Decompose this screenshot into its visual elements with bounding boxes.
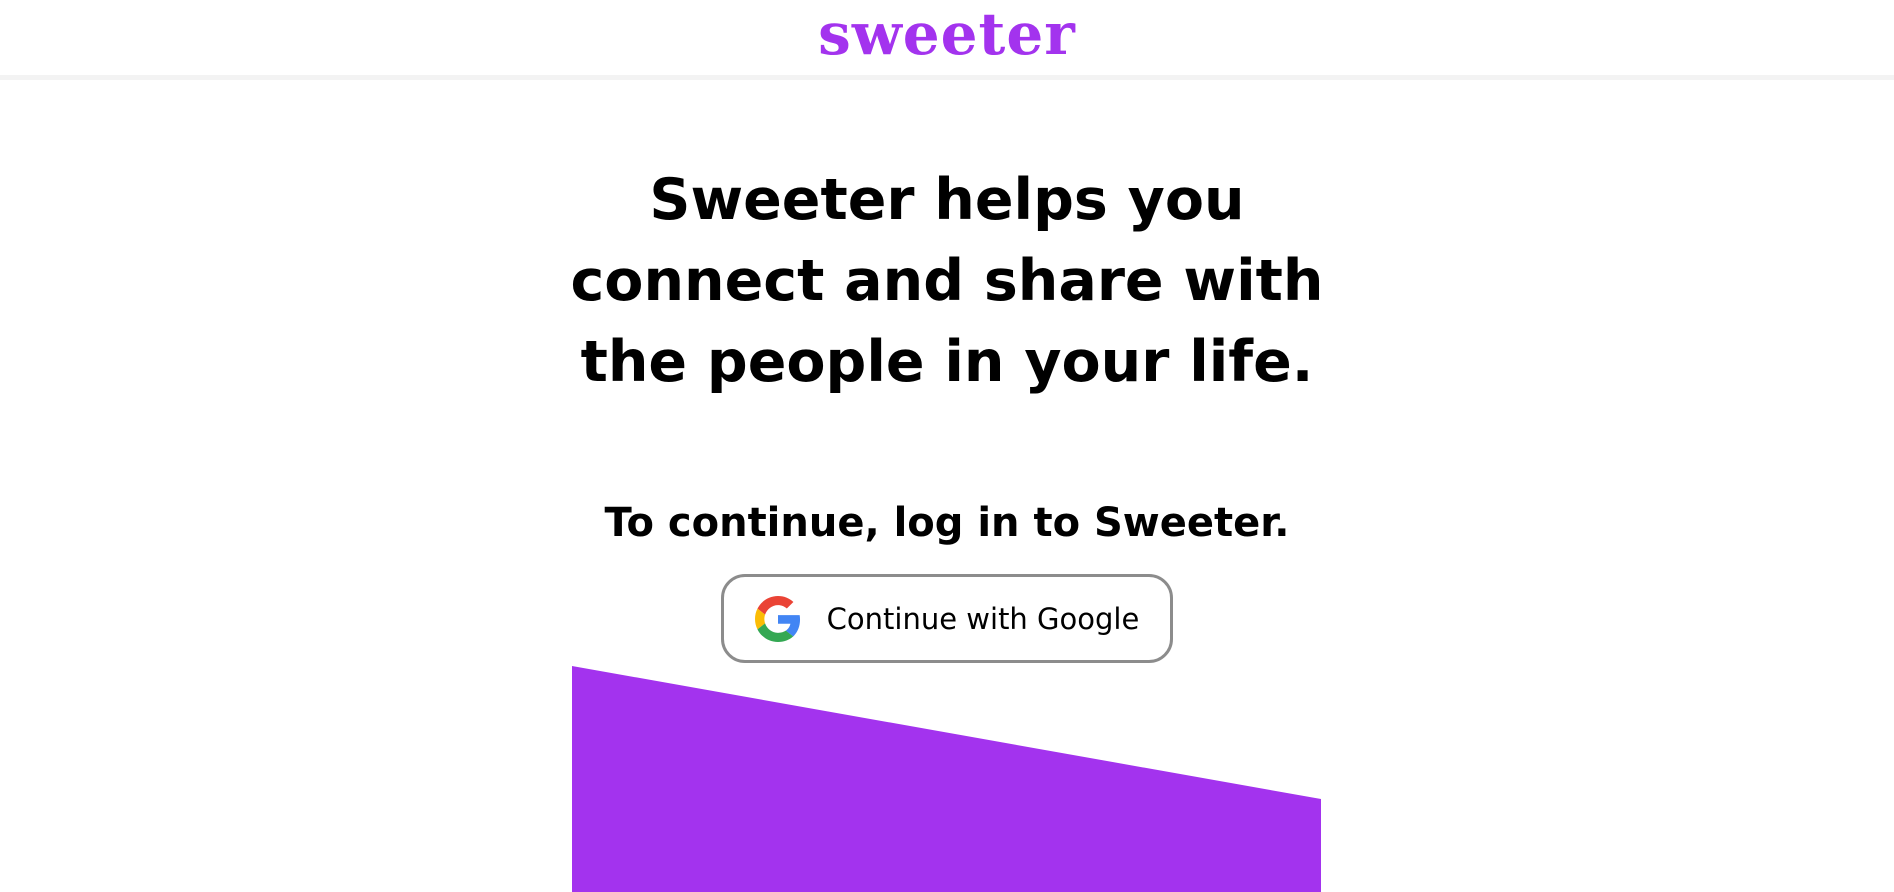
login-prompt: To continue, log in to Sweeter.	[604, 500, 1290, 546]
hero-line-3: the people in your life.	[580, 329, 1314, 395]
hero-line-2: connect and share with	[570, 248, 1324, 314]
hero-headline: Sweeter helps you connect and share with…	[547, 160, 1347, 403]
google-button-label: Continue with Google	[826, 601, 1140, 636]
continue-with-google-button[interactable]: Continue with Google	[721, 574, 1173, 663]
top-header: sweeter	[0, 0, 1894, 80]
hero-line-1: Sweeter helps you	[649, 167, 1245, 233]
sweeter-logo[interactable]: sweeter	[818, 5, 1076, 63]
purple-banner-shape	[572, 666, 1321, 892]
google-g-icon	[754, 595, 800, 642]
